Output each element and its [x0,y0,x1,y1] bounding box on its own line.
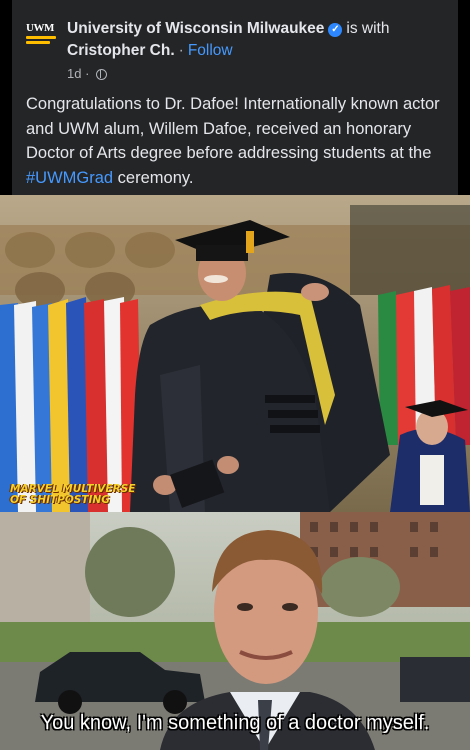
globe-icon[interactable] [96,69,108,80]
post-header: University of Wisconsin Milwaukee ✓ is wit… [67,20,389,38]
verified-badge-icon: ✓ [328,23,343,37]
post-text: Congratulations to Dr. Dafoe! Internatio… [26,92,446,190]
ceremony-photo[interactable] [0,195,470,512]
ceremony-illustration [0,195,470,512]
post-meta: 1d · [67,66,108,81]
author-name[interactable]: University of Wisconsin Milwaukee [67,20,324,37]
post-body: Congratulations to Dr. Dafoe! Internatio… [26,95,440,162]
hashtag-link[interactable]: #UWMGrad [26,169,113,187]
logo-text: UWM [26,22,54,34]
logo-bars [26,36,56,44]
is-with-text: is with [346,20,390,37]
post-timestamp[interactable]: 1d [67,66,81,81]
post-body-end: ceremony. [113,168,194,187]
uwm-logo[interactable]: UWM [26,22,56,48]
watermark-line2: OF SHITPOSTING [10,494,110,506]
meme-watermark: MARVEL MULTIVERSE OF SHITPOSTING [10,484,135,506]
post-card: UWM University of Wisconsin Milwaukee ✓ is… [12,0,458,195]
separator: · [178,42,184,59]
follow-button[interactable]: Follow [188,42,233,59]
tagged-person[interactable]: Cristopher Ch. [67,42,175,59]
post-header-line2: Cristopher Ch. · Follow [67,42,233,60]
meme-caption: You know, I'm something of a doctor myse… [40,712,430,734]
